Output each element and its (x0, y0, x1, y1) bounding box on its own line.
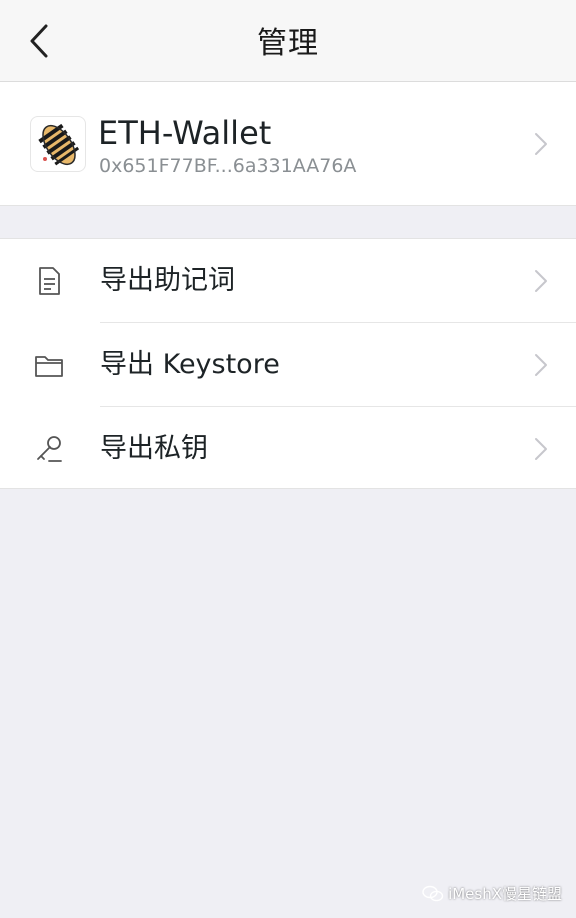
export-private-key-item[interactable]: 导出私钥 (0, 407, 576, 491)
key-icon (37, 436, 62, 462)
page-title: 管理 (257, 26, 319, 61)
export-menu-list: 导出助记词 导出 Keystore 导出私钥 (0, 238, 576, 489)
navigation-bar: 管理 (0, 0, 576, 82)
watermark: iMeshX慢星链盟 (422, 883, 562, 904)
wallet-name: ETH-Wallet (98, 114, 272, 152)
wallet-card[interactable]: ETH-Wallet 0x651F77BF...6a331AA76A (0, 82, 576, 206)
wallet-address: 0x651F77BF...6a331AA76A (99, 155, 357, 177)
folder-icon (35, 356, 63, 377)
menu-item-label: 导出私钥 (100, 433, 208, 464)
chevron-right-icon (535, 270, 547, 292)
menu-item-label: 导出 Keystore (100, 349, 280, 380)
export-mnemonic-item[interactable]: 导出助记词 (0, 239, 576, 323)
watermark-text: iMeshX慢星链盟 (448, 885, 562, 903)
chevron-right-icon (535, 354, 547, 376)
document-icon (39, 267, 60, 295)
export-keystore-item[interactable]: 导出 Keystore (0, 323, 576, 407)
wallet-avatar-icon (30, 116, 86, 172)
chevron-right-icon (535, 133, 547, 155)
menu-item-label: 导出助记词 (100, 265, 235, 296)
chevron-right-icon (535, 438, 547, 460)
wechat-icon (422, 885, 444, 901)
